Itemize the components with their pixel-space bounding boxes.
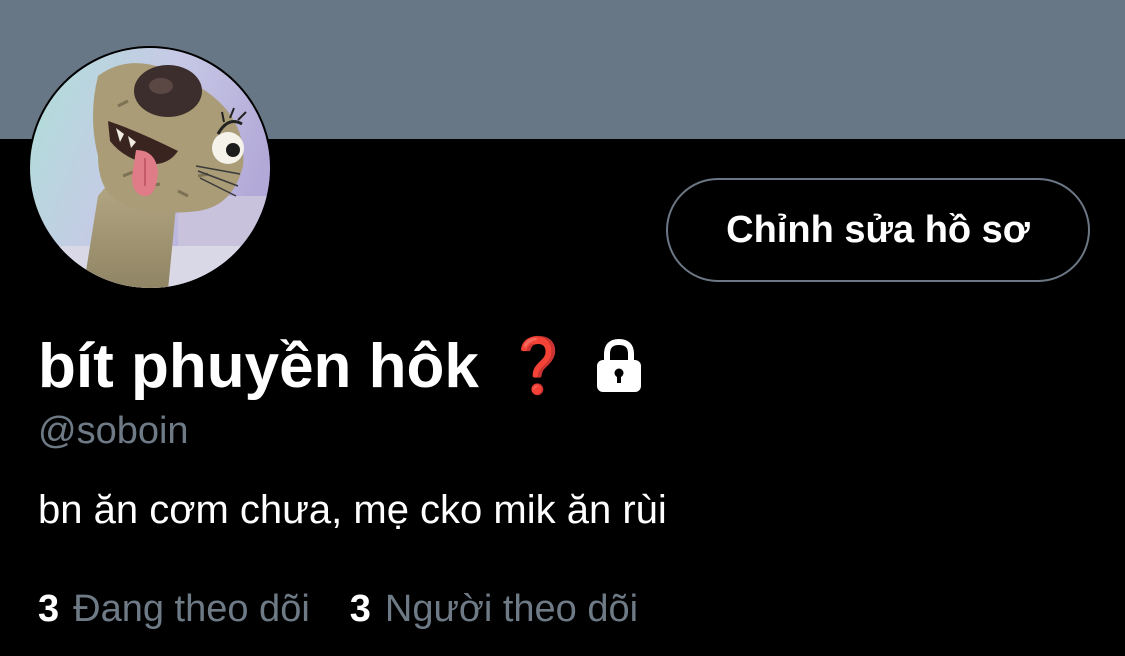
followers-stat[interactable]: 3 Người theo dõi: [350, 588, 638, 631]
profile-page: Chỉnh sửa hồ sơ bít phuyền hôk ❓ @soboin…: [0, 0, 1125, 656]
display-name: bít phuyền hôk: [38, 331, 479, 401]
red-question-mark-icon: ❓: [504, 336, 573, 396]
following-count: 3: [38, 588, 60, 630]
lock-icon: [594, 336, 644, 396]
sloth-avatar-image: [30, 48, 270, 288]
profile-bio: bn ăn cơm chưa, mẹ cko mik ăn rùi: [38, 488, 667, 532]
edit-profile-button[interactable]: Chỉnh sửa hồ sơ: [666, 178, 1090, 282]
followers-count: 3: [349, 588, 371, 630]
profile-avatar[interactable]: [28, 46, 272, 290]
following-label: Đang theo dõi: [73, 588, 310, 630]
profile-stats: 3 Đang theo dõi 3 Người theo dõi: [38, 588, 638, 631]
display-name-row: bít phuyền hôk ❓: [38, 326, 644, 406]
profile-handle: @soboin: [38, 410, 189, 452]
following-stat[interactable]: 3 Đang theo dõi: [38, 588, 310, 631]
followers-label: Người theo dõi: [384, 588, 639, 630]
